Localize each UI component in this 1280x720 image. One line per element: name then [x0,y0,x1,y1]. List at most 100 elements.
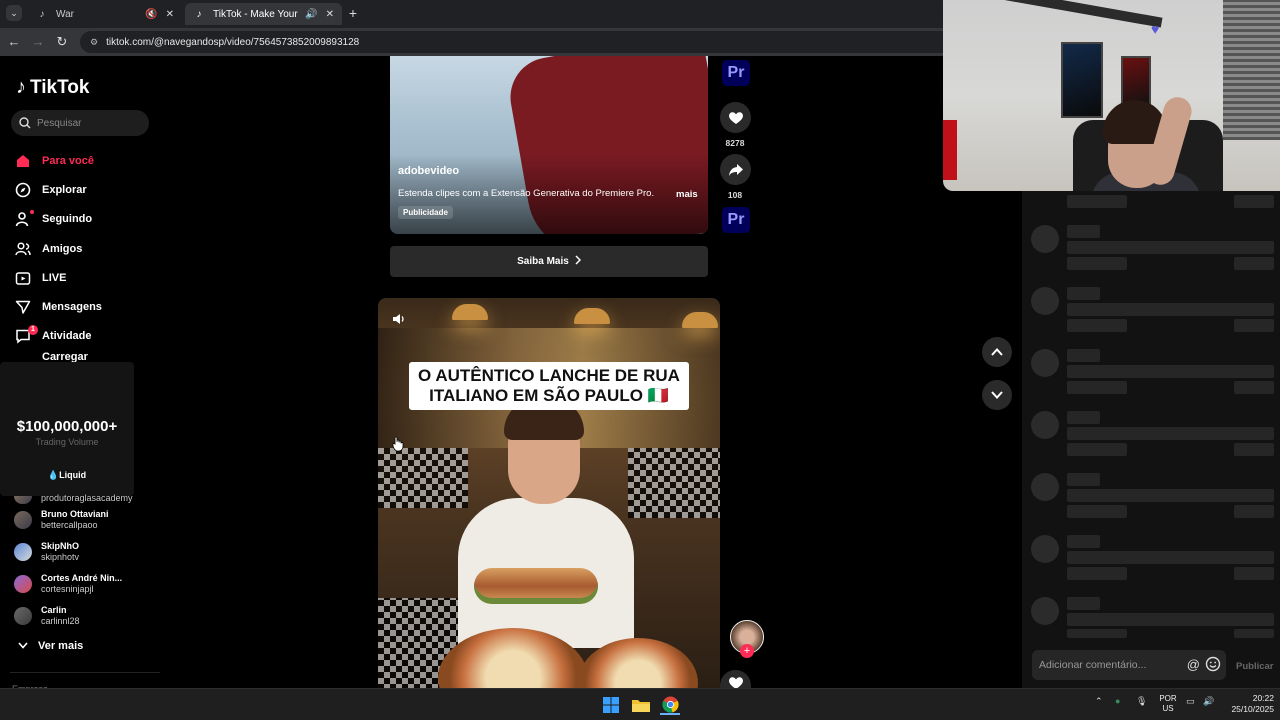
skeleton-line [1067,535,1100,548]
windows-start-icon[interactable] [601,695,621,715]
skeleton-line [1234,629,1274,638]
like-count: 8278 [725,138,745,148]
microphone-icon[interactable]: 🎙 [1136,696,1147,707]
clock-date: 25/10/2025 [1231,704,1274,714]
keyboard-layout: US [1162,704,1174,713]
chevron-right-icon [575,255,581,268]
menu-item-seguindo[interactable]: Seguindo [14,205,164,234]
skeleton-line [1067,319,1127,332]
url-text: tiktok.com/@navegandosp/video/7564573852… [106,36,360,48]
avatar [14,511,32,529]
tab-search-icon[interactable]: ⌄ [6,5,22,21]
sidebar-divider [10,672,160,673]
reload-icon[interactable]: ↻ [54,34,70,50]
avatar [14,575,32,593]
menu-item-amigos[interactable]: Amigos [14,234,164,263]
volume-icon[interactable]: 🔊 [1203,696,1214,707]
following-item[interactable]: Bruno Ottaviani bettercallpaoo [14,504,164,536]
language-indicator[interactable]: POR US [1157,694,1179,714]
tab-war[interactable]: ♪ War 🔇 ✕ [28,3,182,25]
activity-badge: 1 [28,324,38,335]
follow-plus-icon[interactable]: + [740,644,754,658]
forward-icon[interactable]: → [30,34,46,49]
following-handle: carlinnl28 [41,616,80,626]
home-icon [14,152,32,170]
following-item[interactable]: SkipNhO skipnhotv [14,536,164,568]
premiere-music-disc[interactable]: Pr [722,207,750,233]
like-button[interactable] [720,670,751,688]
comment-skeleton [1030,473,1278,525]
following-item[interactable]: produtoraglasacademy [14,488,164,504]
saiba-mais-button[interactable]: Saiba Mais [390,246,708,277]
file-explorer-icon[interactable] [631,695,651,715]
heart-decoration-icon: ♥ [1151,21,1160,37]
back-icon[interactable]: ← [6,34,22,49]
skeleton-line [1234,567,1274,580]
sidebar-ad[interactable]: $100,000,000+ Trading Volume 💧Liquid [0,362,134,496]
tiktok-logo[interactable]: ♪ TikTok [16,76,89,99]
next-video-button[interactable] [982,380,1012,410]
comment-input[interactable]: Adicionar comentário... @ [1032,650,1226,680]
skeleton-avatar [1031,349,1059,377]
ver-mais-label: Ver mais [38,640,84,652]
menu-label: Explorar [42,183,87,196]
speaker-icon[interactable]: 🔊 [305,9,317,20]
tiktok-favicon-icon: ♪ [39,8,45,20]
previous-video-button[interactable] [982,337,1012,367]
skeleton-line [1067,303,1274,316]
following-item[interactable]: Cortes André Nin... cortesninjapjl [14,568,164,600]
new-tab-button[interactable]: + [345,5,361,21]
mention-icon[interactable]: @ [1187,657,1200,672]
comment-skeleton [1030,225,1278,277]
menu-item-explorar[interactable]: Explorar [14,175,164,204]
tab-tiktok[interactable]: ♪ TikTok - Make Your Day 🔊 ✕ [185,3,342,25]
site-info-icon[interactable]: ⚙ [90,37,98,48]
url-field[interactable]: ⚙ tiktok.com/@navegandosp/video/75645738… [80,31,980,53]
share-button[interactable] [720,154,751,185]
close-tab-icon[interactable]: ✕ [326,9,334,20]
chrome-icon[interactable] [660,695,680,715]
menu-item-live[interactable]: LIVE [14,263,164,292]
window-blinds-shape [1223,0,1280,140]
menu-label: Seguindo [42,213,93,226]
following-item[interactable]: Carlin carlinnl28 [14,600,164,632]
skeleton-avatar [1031,225,1059,253]
premiere-avatar[interactable]: Pr [722,60,750,86]
more-button[interactable]: mais [676,189,698,200]
tray-overflow-icon[interactable]: ⌃ [1095,696,1103,707]
comment-skeleton [1030,349,1278,401]
webcam-overlay: ♥ [943,0,1280,191]
emoji-icon[interactable] [1205,656,1221,675]
droplet-icon: 💧 [47,470,60,480]
skeleton-line [1067,567,1127,580]
tab-title: War [56,8,74,20]
menu-item-para-voce[interactable]: Para você [14,146,164,175]
avatar [14,607,32,625]
main-menu: Para você Explorar Seguindo Amigos LIVE … [14,146,164,365]
menu-item-mensagens[interactable]: Mensagens [14,292,164,321]
ad-video-player[interactable]: adobevideo Estenda clipes com a Extensão… [390,56,708,234]
system-clock[interactable]: 20:22 25/10/2025 [1220,693,1274,715]
network-icon[interactable]: ▭ [1186,696,1195,707]
muted-speaker-icon[interactable]: 🔇 [145,9,157,20]
checkered-table [378,448,468,508]
search-input[interactable]: Pesquisar [11,110,149,136]
menu-item-atividade[interactable]: 1 Atividade [14,322,164,351]
skeleton-line [1067,257,1127,270]
following-handle: bettercallpaoo [41,520,98,530]
post-comment-button[interactable]: Publicar [1236,661,1274,672]
tab-title: TikTok - Make Your Day [213,8,299,20]
caption-line: O AUTÊNTICO LANCHE DE RUA [418,366,680,385]
video-username[interactable]: adobevideo [398,165,459,177]
main-video-player[interactable]: O AUTÊNTICO LANCHE DE RUA ITALIANO EM SÃ… [378,298,720,690]
search-icon [19,117,31,129]
windows-taskbar: ⌃ ● 🎙 POR US ▭ 🔊 20:22 25/10/2025 [0,688,1280,720]
tiktok-logo-icon: ♪ [16,76,26,98]
ad-brand: 💧Liquid [0,470,134,481]
volume-icon[interactable] [392,312,406,330]
tray-app-icon[interactable]: ● [1115,696,1120,706]
ver-mais-button[interactable]: Ver mais [18,640,83,652]
close-tab-icon[interactable]: ✕ [166,9,174,20]
avatar [14,543,32,561]
like-button[interactable] [720,102,751,133]
